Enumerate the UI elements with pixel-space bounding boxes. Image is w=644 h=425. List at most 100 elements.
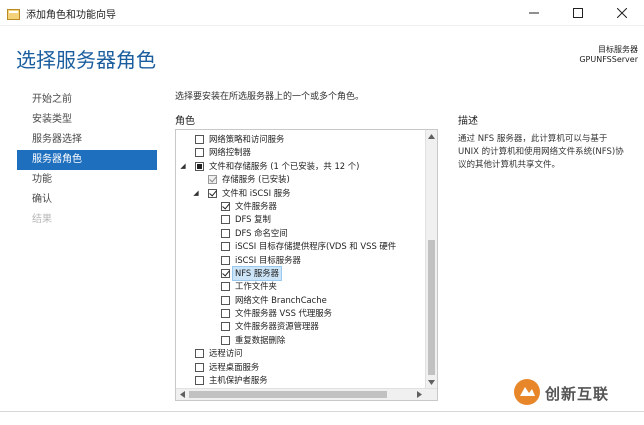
- role-row[interactable]: 网络策略和访问服务: [176, 133, 426, 146]
- role-label[interactable]: iSCSI 目标存储提供程序(VDS 和 VSS 硬件: [235, 240, 396, 253]
- role-row[interactable]: ◢ 文件和存储服务 (1 个已安装，共 12 个): [176, 160, 426, 173]
- role-checkbox[interactable]: [221, 295, 230, 305]
- role-label[interactable]: 主机保护者服务: [209, 374, 268, 387]
- role-label[interactable]: NFS 服务器: [231, 265, 283, 282]
- wizard-app-icon: [7, 6, 20, 20]
- role-label[interactable]: 网络控制器: [209, 146, 251, 159]
- role-checkbox[interactable]: [221, 322, 230, 332]
- maximize-button[interactable]: [556, 0, 600, 26]
- role-row[interactable]: 文件服务器: [176, 200, 426, 213]
- watermark: 创新互联: [513, 378, 641, 408]
- role-row[interactable]: iSCSI 目标服务器: [176, 254, 426, 267]
- role-label[interactable]: DFS 命名空间: [235, 227, 288, 240]
- scroll-left-arrow-icon[interactable]: [176, 389, 188, 400]
- instruction-text: 选择要安装在所选服务器上的一个或多个角色。: [175, 92, 365, 102]
- footer-divider: [0, 411, 644, 412]
- role-row[interactable]: 文件服务器资源管理器: [176, 320, 426, 333]
- role-row[interactable]: 网络文件 BranchCache: [176, 294, 426, 307]
- maximize-icon: [573, 8, 583, 18]
- role-checkbox[interactable]: [221, 201, 230, 211]
- role-label[interactable]: 重复数据删除: [235, 334, 285, 347]
- minimize-button[interactable]: [512, 0, 556, 26]
- horizontal-scroll-thumb[interactable]: [189, 391, 387, 398]
- role-checkbox[interactable]: [195, 161, 204, 171]
- role-label[interactable]: 文件和存储服务 (1 个已安装，共 12 个): [209, 160, 359, 173]
- role-label[interactable]: 网络文件 BranchCache: [235, 294, 327, 307]
- role-checkbox[interactable]: [208, 188, 217, 198]
- role-label[interactable]: 文件和 iSCSI 服务: [222, 187, 290, 200]
- role-row[interactable]: 存储服务 (已安装): [176, 173, 426, 186]
- role-checkbox[interactable]: [195, 349, 204, 359]
- role-label[interactable]: 远程桌面服务: [209, 361, 259, 374]
- horizontal-scrollbar[interactable]: [176, 388, 437, 400]
- vertical-scrollbar[interactable]: [425, 130, 437, 388]
- role-checkbox[interactable]: [195, 148, 204, 158]
- role-row[interactable]: iSCSI 目标存储提供程序(VDS 和 VSS 硬件: [176, 240, 426, 253]
- nav-item-server-selection[interactable]: 服务器选择: [17, 130, 157, 150]
- role-label[interactable]: 存储服务 (已安装): [222, 173, 290, 186]
- close-button[interactable]: [600, 0, 644, 26]
- role-label[interactable]: 远程访问: [209, 347, 243, 360]
- nav-item-before-you-begin[interactable]: 开始之前: [17, 90, 157, 110]
- role-row[interactable]: 重复数据删除: [176, 334, 426, 347]
- role-label[interactable]: 文件服务器资源管理器: [235, 320, 319, 333]
- role-checkbox[interactable]: [221, 309, 230, 319]
- roles-tree[interactable]: 网络策略和访问服务 网络控制器 ◢ 文件和存储服务 (1 个已安装，共 12 个) 存储…: [175, 129, 438, 401]
- role-checkbox[interactable]: [221, 242, 230, 252]
- role-row[interactable]: NFS 服务器: [176, 265, 426, 282]
- roles-tree-list: 网络策略和访问服务 网络控制器 ◢ 文件和存储服务 (1 个已安装，共 12 个) 存储…: [176, 133, 426, 387]
- destination-server-label: 目标服务器: [598, 45, 638, 54]
- role-checkbox[interactable]: [195, 376, 204, 386]
- role-label[interactable]: 文件服务器: [235, 200, 277, 213]
- role-row[interactable]: DFS 复制: [176, 213, 426, 226]
- scroll-right-arrow-icon[interactable]: [413, 389, 425, 400]
- minimize-icon: [529, 12, 539, 14]
- description-heading: 描述: [458, 116, 478, 127]
- role-row[interactable]: 远程桌面服务: [176, 361, 426, 374]
- role-row[interactable]: 文件服务器 VSS 代理服务: [176, 307, 426, 320]
- role-checkbox[interactable]: [221, 215, 230, 225]
- role-row[interactable]: ◢ 文件和 iSCSI 服务: [176, 187, 426, 200]
- role-row[interactable]: DFS 命名空间: [176, 227, 426, 240]
- role-label[interactable]: 网络策略和访问服务: [209, 133, 284, 146]
- role-checkbox[interactable]: [195, 362, 204, 372]
- role-row[interactable]: 远程访问: [176, 347, 426, 360]
- window-title: 添加角色和功能向导: [26, 10, 116, 21]
- role-row[interactable]: 工作文件夹: [176, 280, 426, 293]
- role-checkbox[interactable]: [221, 282, 230, 292]
- nav-item-installation-type[interactable]: 安装类型: [17, 110, 157, 130]
- role-label[interactable]: 工作文件夹: [235, 280, 277, 293]
- scroll-up-arrow-icon[interactable]: [426, 130, 437, 142]
- description-text: 通过 NFS 服务器，此计算机可以与基于 UNIX 的计算机和使用网络文件系统(…: [458, 134, 624, 170]
- role-label[interactable]: 文件服务器 VSS 代理服务: [235, 307, 332, 320]
- nav-item-features[interactable]: 功能: [17, 170, 157, 190]
- role-checkbox[interactable]: [221, 268, 230, 278]
- role-checkbox[interactable]: [221, 255, 230, 265]
- role-label[interactable]: iSCSI 目标服务器: [235, 254, 301, 267]
- expand-collapse-icon[interactable]: ◢: [179, 160, 187, 173]
- nav-item-confirmation[interactable]: 确认: [17, 190, 157, 210]
- nav-item-server-roles[interactable]: 服务器角色: [17, 150, 157, 170]
- watermark-text: 创新互联: [545, 385, 610, 403]
- role-row[interactable]: 网络控制器: [176, 146, 426, 159]
- scroll-down-arrow-icon[interactable]: [426, 376, 437, 388]
- role-checkbox[interactable]: [221, 228, 230, 238]
- vertical-scroll-thumb[interactable]: [428, 240, 435, 375]
- role-row[interactable]: 主机保护者服务: [176, 374, 426, 387]
- role-checkbox[interactable]: [221, 335, 230, 345]
- role-label[interactable]: DFS 复制: [235, 213, 271, 226]
- expand-collapse-icon[interactable]: ◢: [192, 187, 200, 200]
- role-checkbox[interactable]: [195, 135, 204, 144]
